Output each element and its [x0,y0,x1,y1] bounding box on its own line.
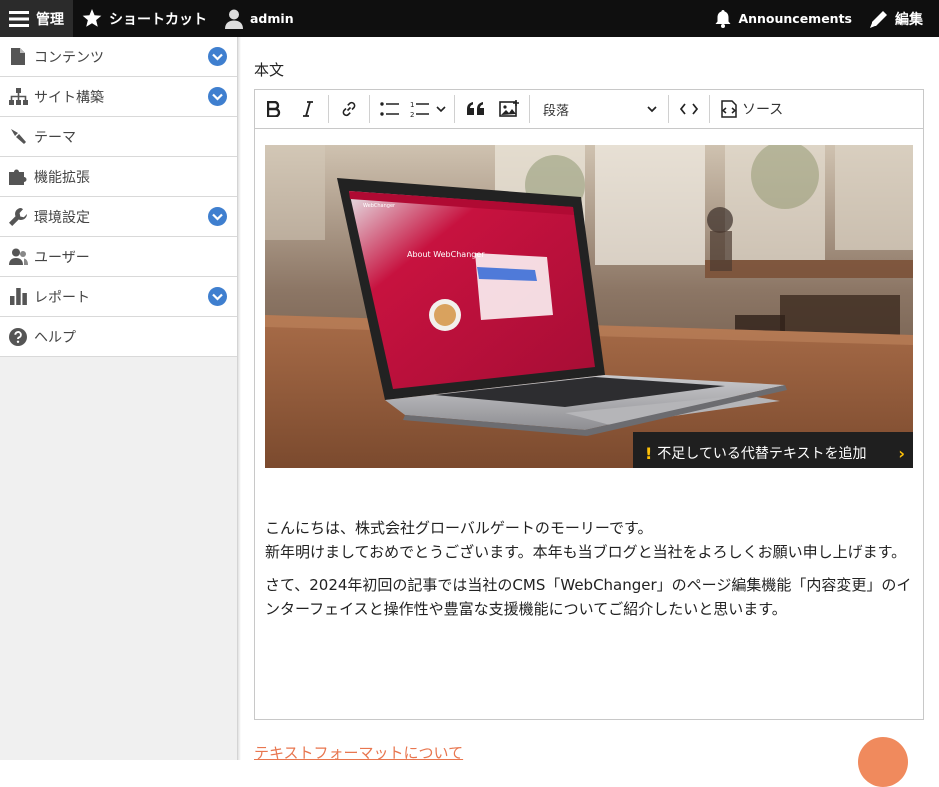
paragraph-format-dropdown[interactable]: 段落 [533,93,665,125]
greeting-line: こんにちは、株式会社グローバルゲートのモーリーです。 [265,519,653,537]
missing-alt-text-label: 不足している代替テキストを追加 [657,446,867,462]
quote-icon [466,102,484,115]
sidebar-item-label: テーマ [34,129,76,146]
sidebar-item-reports[interactable]: レポート [0,277,237,317]
star-icon [82,9,102,28]
image-icon [499,100,519,117]
toolbar-separator [709,95,710,123]
manage-tab[interactable]: 管理 [0,0,73,37]
wrench-icon [8,207,28,227]
toolbar-separator [369,95,370,123]
user-tab[interactable]: admin [216,0,303,37]
code-button[interactable] [672,93,706,125]
italic-button[interactable] [291,93,325,125]
laptop-cafe-image[interactable]: About WebChanger WebChanger ! 不足している代替テキ… [265,145,913,468]
chevron-down-icon[interactable] [208,287,227,306]
numbered-list-button[interactable]: 12 [407,93,451,125]
admin-sidebar: コンテンツ サイト構築 テーマ 機能拡張 環境設定 ユーザー レポート ヘルプ [0,37,241,760]
sidebar-item-theme[interactable]: テーマ [0,117,237,157]
bulleted-list-button[interactable] [373,93,407,125]
hamburger-icon [9,10,29,27]
document-icon [8,47,28,67]
floating-action-button[interactable] [858,737,908,787]
code-icon [680,103,698,115]
bold-button[interactable] [257,93,291,125]
source-label: ソース [742,102,784,118]
chevron-down-icon[interactable] [208,207,227,226]
puzzle-icon [8,167,28,187]
toolbar-separator [668,95,669,123]
paragraph-format-value: 段落 [543,103,570,119]
sidebar-item-label: 環境設定 [34,209,90,226]
shortcuts-label: ショートカット [109,11,207,28]
toolbar-separator [454,95,455,123]
insert-image-button[interactable] [492,93,526,125]
sidebar-item-label: サイト構築 [34,89,104,106]
missing-alt-text-button[interactable]: ! 不足している代替テキストを追加 › [633,432,913,468]
sidebar-item-label: コンテンツ [34,49,104,66]
italic-icon [303,101,313,117]
sidebar-item-label: ユーザー [34,249,90,266]
body-text[interactable]: こんにちは、株式会社グローバルゲートのモーリーです。 新年明けましておめでとうご… [265,516,915,630]
chevron-down-icon[interactable] [208,47,227,66]
source-button[interactable]: ソース [713,93,789,125]
body-field-label: 本文 [254,61,285,79]
chevron-down-icon [647,105,657,112]
sidebar-item-label: レポート [34,289,90,306]
editor-toolbar: 12 段落 ソース [255,90,923,129]
link-button[interactable] [332,93,366,125]
user-icon [225,9,243,29]
warning-icon: ! [645,443,653,463]
numbered-list-icon: 12 [410,101,446,118]
sidebar-item-label: ヘルプ [34,329,76,346]
sitemap-icon [8,87,28,107]
toolbar-separator [328,95,329,123]
paragraph: こんにちは、株式会社グローバルゲートのモーリーです。 新年明けましておめでとうご… [265,516,915,564]
sidebar-item-help[interactable]: ヘルプ [0,317,237,357]
pencil-icon [870,10,888,28]
help-icon [8,327,28,347]
svg-text:2: 2 [410,111,414,118]
sidebar-item-config[interactable]: 環境設定 [0,197,237,237]
sidebar-item-label: 機能拡張 [34,169,90,186]
chevron-right-icon: › [898,443,905,463]
source-icon [721,100,737,118]
screen-about-text: About WebChanger [407,250,485,259]
svg-text:1: 1 [410,101,414,109]
edit-tab[interactable]: 編集 [861,0,939,37]
user-label: admin [250,11,294,26]
bar-chart-icon [8,287,28,307]
new-year-line: 新年明けましておめでとうございます。本年も当ブログと当社をよろしくお願い申し上げ… [265,543,907,561]
bulleted-list-icon [380,102,399,116]
people-icon [8,247,28,267]
sidebar-item-extend[interactable]: 機能拡張 [0,157,237,197]
bold-icon [267,101,281,117]
edit-label: 編集 [895,11,923,28]
paintbrush-icon [8,127,28,147]
bell-icon [715,9,731,28]
blockquote-button[interactable] [458,93,492,125]
paragraph: さて、2024年初回の記事では当社のCMS「WebChanger」のページ編集機… [265,576,912,618]
shortcuts-tab[interactable]: ショートカット [73,0,216,37]
announcements-label: Announcements [738,11,852,26]
toolbar-separator [529,95,530,123]
chevron-down-icon[interactable] [208,87,227,106]
sidebar-item-people[interactable]: ユーザー [0,237,237,277]
manage-label: 管理 [36,11,64,28]
rich-text-editor: 12 段落 ソース About WebChanger WebChanger ! … [254,89,924,720]
sidebar-item-content[interactable]: コンテンツ [0,37,237,77]
screen-brand-text: WebChanger [363,203,396,209]
announcements-tab[interactable]: Announcements [706,0,861,37]
link-icon [342,101,356,117]
admin-toolbar: 管理 ショートカット admin Announcements 編集 [0,0,939,37]
sidebar-item-structure[interactable]: サイト構築 [0,77,237,117]
